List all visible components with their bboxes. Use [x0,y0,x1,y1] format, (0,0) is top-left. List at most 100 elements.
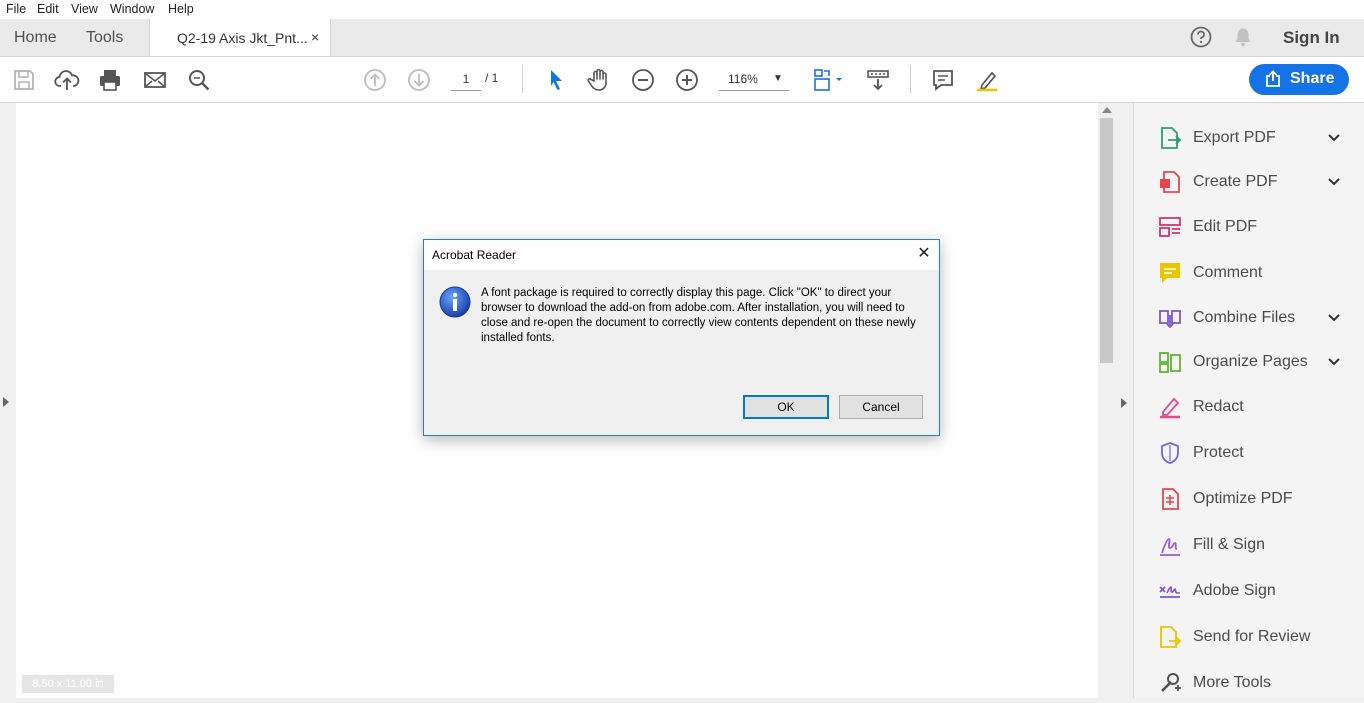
export-pdf-icon [1158,126,1182,150]
tool-organize-pages[interactable]: Organize Pages [1134,342,1364,382]
chevron-down-icon[interactable] [1326,354,1342,370]
save-icon[interactable] [11,67,37,93]
zoom-level-dropdown[interactable]: 116% ▼ [719,70,789,91]
redact-icon [1158,395,1182,419]
tool-adobe-sign[interactable]: Adobe Sign [1134,571,1364,611]
tool-label: Send for Review [1193,628,1311,645]
tool-label: Protect [1193,444,1244,461]
menu-file[interactable]: File [6,2,26,16]
left-panel-toggle[interactable] [0,103,16,698]
tool-export-pdf[interactable]: Export PDF [1134,118,1364,158]
notification-bell-icon[interactable] [1232,26,1254,48]
tool-label: Edit PDF [1193,218,1258,235]
tool-label: Organize Pages [1193,353,1308,370]
zoom-level-value: 116% [728,72,758,86]
combine-files-icon [1158,306,1182,330]
tool-optimize-pdf[interactable]: Optimize PDF [1134,479,1364,519]
tool-label: Optimize PDF [1193,490,1293,507]
tool-label: Create PDF [1193,173,1278,190]
tab-tools[interactable]: Tools [86,29,123,47]
dialog-title-bar: Acrobat Reader ✕ [424,240,939,270]
more-tools-icon [1158,671,1182,695]
chevron-down-icon[interactable] [1326,310,1342,326]
close-tab-icon[interactable]: × [311,29,319,45]
tab-home[interactable]: Home [14,29,57,47]
tool-send-for-review[interactable]: Send for Review [1134,617,1364,657]
tool-create-pdf[interactable]: Create PDF [1134,162,1364,202]
tool-combine-files[interactable]: Combine Files [1134,298,1364,338]
toolbar-divider [910,65,911,93]
tool-edit-pdf[interactable]: Edit PDF [1134,207,1364,247]
collapse-right-arrow-icon [1121,398,1127,408]
tool-label: Fill & Sign [1193,536,1266,553]
next-page-icon[interactable] [406,67,432,93]
menu-window[interactable]: Window [110,2,154,16]
dialog-title: Acrobat Reader [432,248,517,262]
comment-icon [1158,261,1182,285]
expand-left-arrow-icon [3,397,9,407]
tab-bar: Home Tools Q2-19 Axis Jkt_Pnt... × Sign … [0,19,1364,57]
tool-comment[interactable]: Comment [1134,253,1364,293]
right-panel-toggle[interactable] [1115,103,1134,698]
tool-label: Export PDF [1193,129,1276,146]
send-for-review-icon [1158,625,1182,649]
hand-tool-icon[interactable] [586,67,612,93]
vertical-scrollbar[interactable] [1098,103,1115,698]
tool-more-tools[interactable]: More Tools [1134,663,1364,703]
sign-in-link[interactable]: Sign In [1283,28,1340,48]
tool-label: Combine Files [1193,309,1296,326]
chevron-down-icon[interactable] [1326,130,1342,146]
create-pdf-icon [1158,170,1182,194]
organize-pages-icon [1158,350,1182,374]
page-display-icon[interactable] [812,67,846,93]
tool-label: Redact [1193,398,1244,415]
zoom-out-icon[interactable] [630,67,656,93]
share-icon [1264,70,1282,88]
tools-side-panel: Export PDF Create PDF Edit PDF Comment C… [1134,103,1364,698]
page-number-input[interactable]: 1 [451,70,481,91]
previous-page-icon[interactable] [362,67,388,93]
dialog-close-icon[interactable]: ✕ [914,244,934,264]
tool-label: Adobe Sign [1193,582,1276,599]
dialog-message: A font package is required to correctly … [481,287,916,344]
highlight-pen-icon[interactable] [974,67,1000,93]
page-size-label: 8.50 x 11.00 in [22,675,114,693]
page-total: / 1 [485,71,499,85]
edit-pdf-icon [1158,215,1182,239]
cancel-button[interactable]: Cancel [839,395,923,419]
scrollbar-thumb[interactable] [1100,118,1113,363]
print-icon[interactable] [97,67,123,93]
scroll-up-arrow-icon[interactable] [1102,107,1112,113]
select-tool-icon[interactable] [543,67,569,93]
tool-fill-sign[interactable]: Fill & Sign [1134,525,1364,565]
tool-redact[interactable]: Redact [1134,387,1364,427]
toolbar: 1 / 1 116% ▼ Share [0,57,1364,103]
upload-cloud-icon[interactable] [54,67,80,93]
menu-bar: File Edit View Window Help [0,0,1364,19]
ok-button[interactable]: OK [743,395,829,419]
comment-icon[interactable] [930,67,956,93]
shield-icon [1158,441,1182,465]
search-icon[interactable] [186,67,212,93]
tab-document[interactable]: Q2-19 Axis Jkt_Pnt... × [149,19,331,56]
share-label: Share [1290,70,1335,87]
tool-protect[interactable]: Protect [1134,433,1364,473]
chevron-down-icon[interactable] [1326,174,1342,190]
help-icon[interactable] [1190,26,1212,48]
menu-view[interactable]: View [71,2,98,16]
info-icon [439,286,471,318]
fill-sign-icon [1158,533,1182,557]
menu-edit[interactable]: Edit [37,2,59,16]
share-button[interactable]: Share [1249,64,1349,95]
optimize-pdf-icon [1158,487,1182,511]
document-tab-title: Q2-19 Axis Jkt_Pnt... [177,30,308,46]
zoom-in-icon[interactable] [674,67,700,93]
tool-label: More Tools [1193,674,1271,691]
chevron-down-icon: ▼ [773,73,783,84]
adobe-sign-icon [1158,579,1182,603]
menu-help[interactable]: Help [168,2,194,16]
tool-label: Comment [1193,264,1263,281]
email-icon[interactable] [142,67,168,93]
read-mode-icon[interactable] [865,67,891,93]
toolbar-divider [522,65,523,93]
